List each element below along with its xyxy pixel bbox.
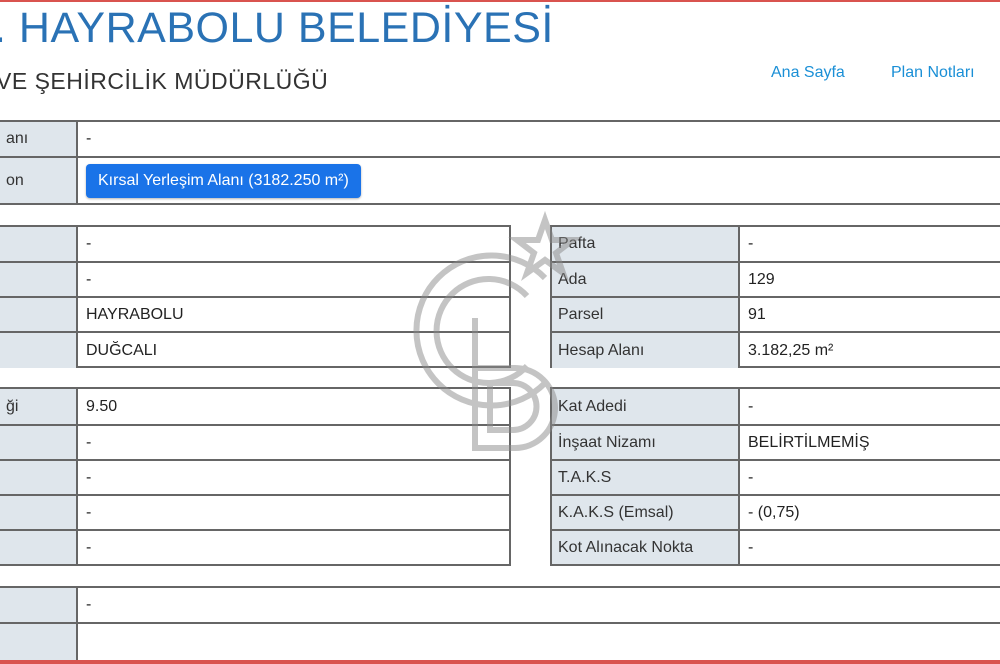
row-label: Kat Adedi xyxy=(552,389,740,424)
row-label xyxy=(0,227,78,261)
row-value: 129 xyxy=(748,270,775,288)
table-row: K.A.K.S (Emsal) - (0,75) xyxy=(552,496,1000,531)
table-row: HAYRABOLU xyxy=(0,298,509,333)
row-label: Parsel xyxy=(552,298,740,331)
row-label xyxy=(0,531,78,564)
neighborhood-value: DUĞCALI xyxy=(86,341,158,359)
nav-link-plan-notes[interactable]: Plan Notları xyxy=(891,64,975,82)
row-value xyxy=(78,624,1000,660)
notes-panel: - xyxy=(0,586,1000,662)
table-row: Hesap Alanı 3.182,25 m² xyxy=(552,333,1000,368)
row-value: 3.182,25 m² xyxy=(748,341,834,359)
district-value: HAYRABOLU xyxy=(86,305,184,323)
page-title: . HAYRABOLU BELEDİYESİ xyxy=(0,4,554,52)
row-label xyxy=(0,263,78,296)
row-label xyxy=(0,461,78,494)
row-value: - xyxy=(86,270,92,288)
row-label: anı xyxy=(0,122,78,156)
row-label xyxy=(0,588,78,622)
table-row: ği 9.50 xyxy=(0,389,509,426)
table-row: - xyxy=(0,227,509,263)
row-value: - xyxy=(86,235,92,252)
row-label: Kot Alınacak Nokta xyxy=(552,531,740,564)
table-row: - xyxy=(0,263,509,298)
building-info-panel-left: ği 9.50 - - - - xyxy=(0,387,511,566)
row-label: Pafta xyxy=(552,227,740,261)
nav-link-home[interactable]: Ana Sayfa xyxy=(771,64,845,82)
row-label xyxy=(0,426,78,459)
table-row: Kat Adedi - xyxy=(552,389,1000,426)
row-value: 91 xyxy=(748,305,766,323)
row-label: İnşaat Nizamı xyxy=(552,426,740,459)
bottom-border xyxy=(0,660,1000,664)
row-label xyxy=(0,496,78,529)
table-row: DUĞCALI xyxy=(0,333,509,368)
row-label xyxy=(0,624,78,660)
table-row: on Kırsal Yerleşim Alanı (3182.250 m²) xyxy=(0,158,1000,203)
zone-area-button[interactable]: Kırsal Yerleşim Alanı (3182.250 m²) xyxy=(86,163,361,198)
row-value: - xyxy=(86,433,92,451)
row-label: Hesap Alanı xyxy=(552,333,740,368)
page-subtitle: VE ŞEHİRCİLİK MÜDÜRLÜĞÜ xyxy=(0,68,329,94)
table-row: T.A.K.S - xyxy=(552,461,1000,496)
table-row: anı - xyxy=(0,122,1000,158)
table-row: Kot Alınacak Nokta - xyxy=(552,531,1000,564)
row-value: - xyxy=(748,235,754,252)
row-value: - xyxy=(86,468,92,486)
building-info-panel-right: Kat Adedi - İnşaat Nizamı BELİRTİLMEMİŞ … xyxy=(550,387,1000,566)
table-row: Pafta - xyxy=(552,227,1000,263)
row-value: 9.50 xyxy=(86,397,118,415)
row-label: Ada xyxy=(552,263,740,296)
row-label: T.A.K.S xyxy=(552,461,740,494)
top-border xyxy=(0,0,1000,2)
table-row: - xyxy=(0,496,509,531)
table-row xyxy=(0,624,1000,660)
row-value: BELİRTİLMEMİŞ xyxy=(748,433,870,451)
row-label: on xyxy=(0,158,78,203)
table-row: - xyxy=(0,531,509,564)
table-row: - xyxy=(0,426,509,461)
row-value: - xyxy=(86,130,92,147)
row-value: - xyxy=(86,538,92,556)
location-panel: - - HAYRABOLU DUĞCALI xyxy=(0,225,511,368)
parcel-panel: Pafta - Ada 129 Parsel 91 Hesap Alanı 3.… xyxy=(550,225,1000,368)
table-row: Ada 129 xyxy=(552,263,1000,298)
row-value: - xyxy=(748,538,754,556)
row-label xyxy=(0,333,78,368)
row-value: - xyxy=(748,397,754,415)
row-label: ği xyxy=(0,389,78,424)
zoning-info-panel: anı - on Kırsal Yerleşim Alanı (3182.250… xyxy=(0,120,1000,205)
row-label: K.A.K.S (Emsal) xyxy=(552,496,740,529)
table-row: - xyxy=(0,461,509,496)
row-value: - xyxy=(86,503,92,521)
table-row: - xyxy=(0,588,1000,624)
row-value: - xyxy=(748,468,754,486)
row-value: - xyxy=(86,596,92,613)
row-label xyxy=(0,298,78,331)
row-value: - (0,75) xyxy=(748,503,800,521)
table-row: Parsel 91 xyxy=(552,298,1000,333)
table-row: İnşaat Nizamı BELİRTİLMEMİŞ xyxy=(552,426,1000,461)
zone-cell: Kırsal Yerleşim Alanı (3182.250 m²) xyxy=(78,158,1000,203)
